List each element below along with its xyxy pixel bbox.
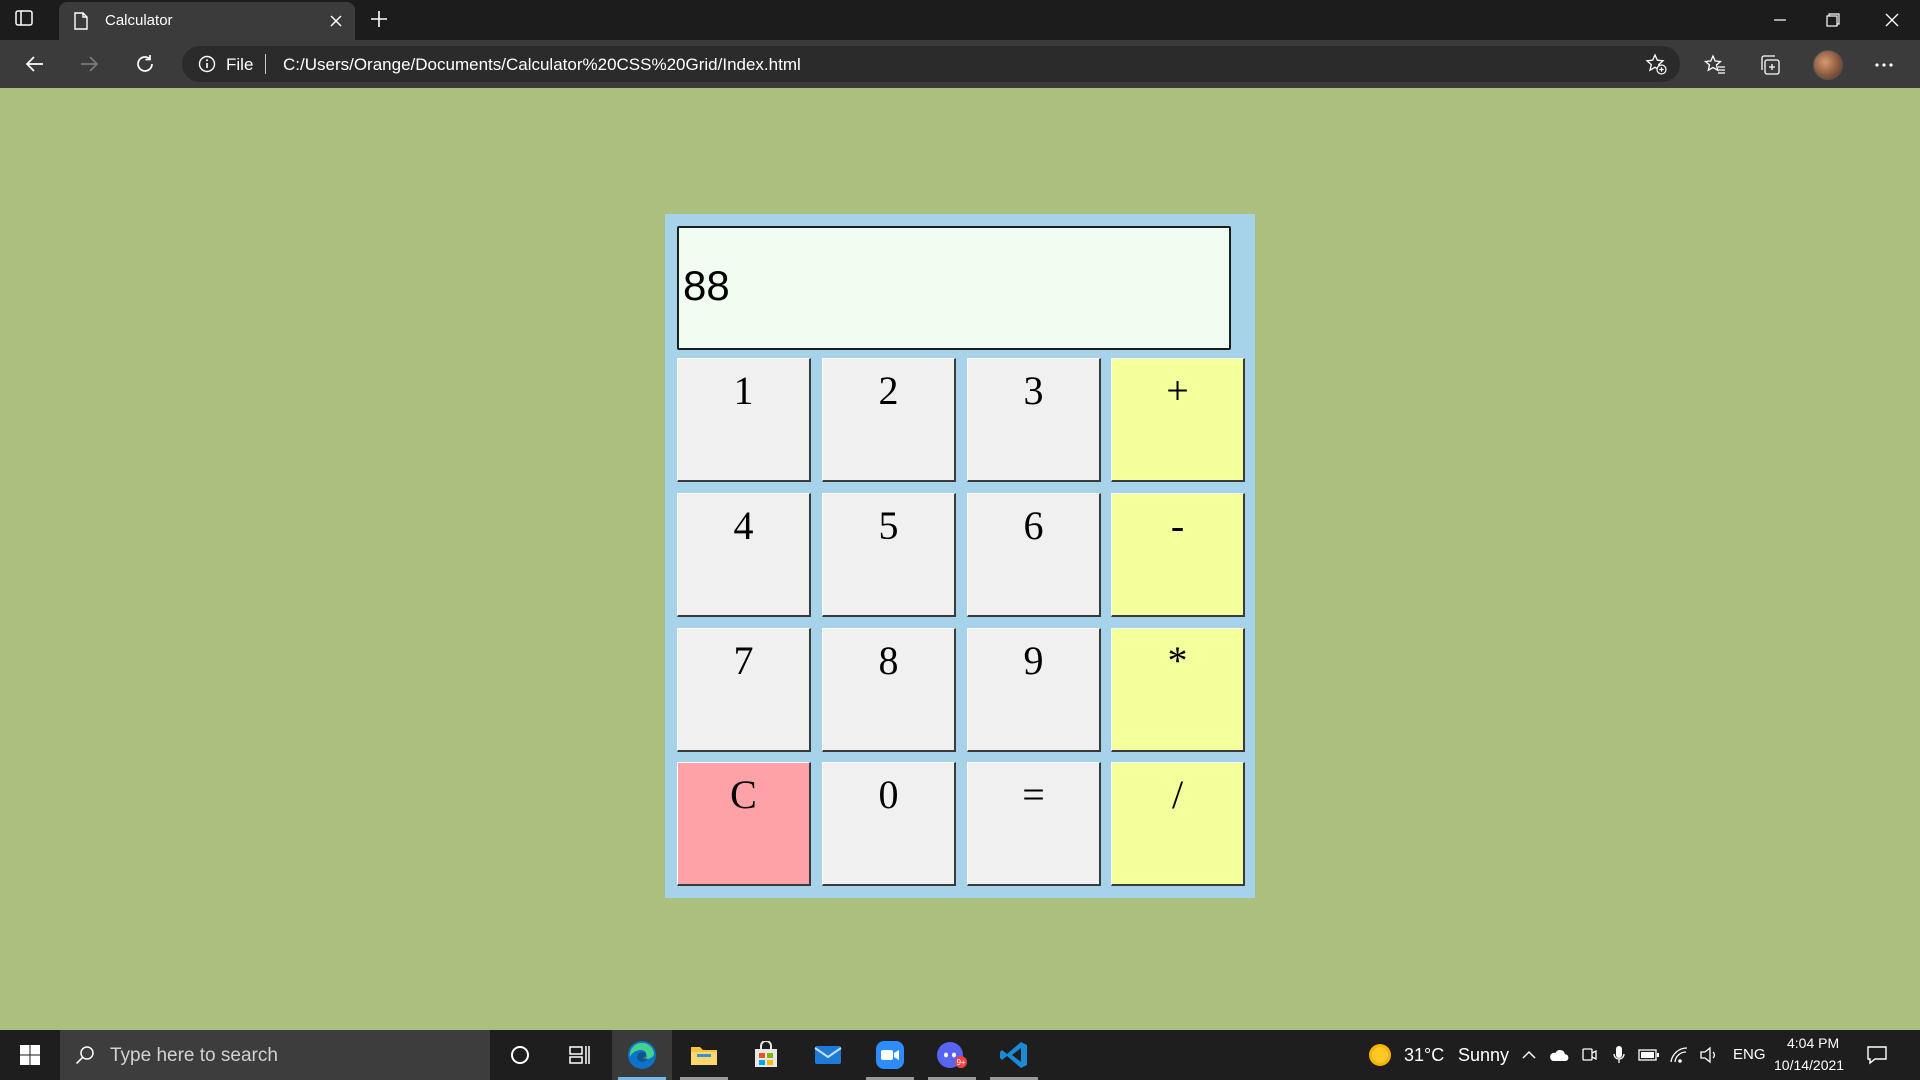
key-3[interactable]: 3	[967, 358, 1101, 482]
more-icon[interactable]	[1871, 52, 1897, 78]
mic-icon[interactable]	[1608, 1044, 1630, 1066]
favorites-icon[interactable]	[1702, 52, 1728, 78]
search-icon	[74, 1044, 96, 1071]
url-text[interactable]: C:/Users/Orange/Documents/Calculator%20C…	[283, 55, 801, 75]
cloud-icon[interactable]	[1548, 1044, 1570, 1066]
key-0[interactable]: 0	[822, 762, 956, 886]
tab-title: Calculator	[105, 12, 173, 29]
minimize-icon[interactable]	[1752, 0, 1808, 40]
meet-now-icon[interactable]	[1578, 1044, 1600, 1066]
browser-tab[interactable]: Calculator	[59, 2, 355, 40]
info-icon[interactable]	[198, 55, 216, 78]
page-icon	[73, 12, 89, 35]
task-view-icon[interactable]	[550, 1030, 610, 1080]
chevron-up-icon[interactable]	[1518, 1044, 1540, 1066]
svg-text:9+: 9+	[956, 1058, 965, 1067]
key-divide[interactable]: /	[1111, 762, 1245, 886]
calculator: 88 1 2 3 + 4 5 6 - 7 8 9 * C 0 = /	[665, 214, 1255, 898]
calculator-display: 88	[677, 226, 1231, 350]
key-plus[interactable]: +	[1111, 358, 1245, 482]
notification-icon[interactable]	[1866, 1044, 1888, 1066]
address-prefix: File	[226, 55, 254, 74]
collections-icon[interactable]	[1757, 52, 1783, 78]
search-placeholder: Type here to search	[110, 1045, 278, 1066]
vscode-icon[interactable]	[984, 1030, 1044, 1080]
back-icon[interactable]	[20, 50, 50, 78]
key-equals[interactable]: =	[967, 762, 1101, 886]
key-2[interactable]: 2	[822, 358, 956, 482]
zoom-icon[interactable]	[860, 1030, 920, 1080]
wifi-icon[interactable]	[1668, 1044, 1690, 1066]
add-favorite-icon[interactable]	[1644, 52, 1668, 81]
discord-icon[interactable]: 9+	[922, 1030, 982, 1080]
speaker-icon[interactable]	[1698, 1044, 1720, 1066]
weather-temp[interactable]: 31°C	[1404, 1045, 1444, 1066]
clock-date[interactable]: 10/14/2021	[1774, 1057, 1844, 1073]
cortana-icon[interactable]	[490, 1030, 550, 1080]
display-value: 88	[683, 262, 730, 309]
key-6[interactable]: 6	[967, 493, 1101, 617]
key-clear[interactable]: C	[677, 762, 811, 886]
restore-icon[interactable]	[1805, 0, 1861, 40]
key-9[interactable]: 9	[967, 628, 1101, 752]
plus-icon[interactable]	[368, 8, 394, 32]
refresh-icon[interactable]	[130, 50, 160, 78]
key-5[interactable]: 5	[822, 493, 956, 617]
key-minus[interactable]: -	[1111, 493, 1245, 617]
windows-taskbar: Type here to search 9+ 31°C Sunny ENG 4:…	[0, 1030, 1920, 1080]
close-icon[interactable]	[1864, 0, 1920, 40]
store-icon[interactable]	[736, 1030, 796, 1080]
taskbar-search[interactable]: Type here to search	[60, 1030, 490, 1080]
avatar[interactable]	[1813, 50, 1843, 80]
windows-icon[interactable]	[0, 1030, 60, 1080]
tab-actions-icon[interactable]	[14, 8, 46, 32]
key-multiply[interactable]: *	[1111, 628, 1245, 752]
browser-toolbar: File C:/Users/Orange/Documents/Calculato…	[0, 40, 1920, 88]
key-7[interactable]: 7	[677, 628, 811, 752]
weather-text[interactable]: Sunny	[1458, 1045, 1509, 1066]
key-4[interactable]: 4	[677, 493, 811, 617]
key-8[interactable]: 8	[822, 628, 956, 752]
file-explorer-icon[interactable]	[674, 1030, 734, 1080]
forward-icon[interactable]	[74, 50, 104, 78]
clock-time[interactable]: 4:04 PM	[1787, 1035, 1839, 1051]
close-icon[interactable]	[329, 14, 343, 33]
key-1[interactable]: 1	[677, 358, 811, 482]
address-bar[interactable]: File C:/Users/Orange/Documents/Calculato…	[182, 46, 1680, 82]
mail-icon[interactable]	[798, 1030, 858, 1080]
browser-tab-bar: Calculator	[0, 0, 1920, 40]
edge-icon[interactable]	[612, 1030, 672, 1080]
address-separator	[265, 54, 266, 74]
battery-icon[interactable]	[1638, 1044, 1660, 1066]
language-indicator[interactable]: ENG	[1733, 1046, 1766, 1063]
weather-sun-icon[interactable]	[1368, 1043, 1392, 1067]
